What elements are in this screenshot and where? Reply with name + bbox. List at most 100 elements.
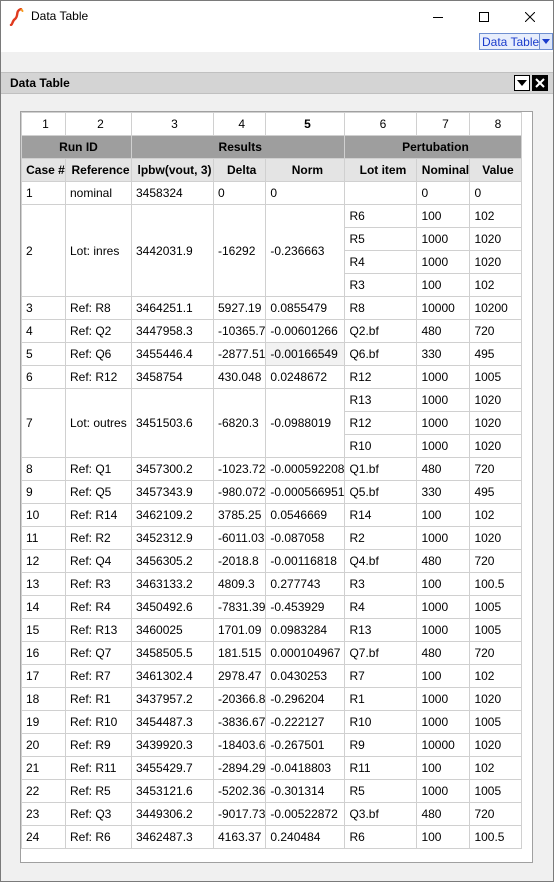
- delta-cell: 1701.09: [212, 618, 267, 642]
- close-button[interactable]: [507, 1, 553, 32]
- case-number-cell: 13: [21, 572, 66, 596]
- app-logo-icon: [9, 8, 24, 26]
- table-row[interactable]: 7 Lot: outres 3451503.6 -6820.3 -0.0988019 R1…: [21, 388, 523, 458]
- value-cell: 720: [469, 319, 523, 343]
- lpbw-cell: 3464251.1: [131, 296, 214, 320]
- column-header[interactable]: Reference: [65, 158, 132, 182]
- table-row[interactable]: 21 Ref: R11 3455429.7 -2894.29 -0.0418803 R11…: [21, 756, 523, 780]
- chevron-down-icon[interactable]: [539, 34, 552, 49]
- lpbw-cell: 3453121.6: [131, 779, 214, 803]
- nominal-cell: 100: [416, 825, 471, 849]
- value-cell: 0: [469, 181, 523, 205]
- table-row[interactable]: 17 Ref: R7 3461302.4 2978.47 0.0430253 R7 100 1…: [21, 664, 523, 688]
- table-row[interactable]: 8 Ref: Q1 3457300.2 -1023.72 -0.000592208 Q1.…: [21, 457, 523, 481]
- delta-cell: 0: [212, 181, 267, 205]
- norm-cell: 0.0546669: [265, 503, 346, 527]
- nominal-cell: 480: [416, 549, 471, 573]
- lot-item-cell: R13: [344, 388, 418, 412]
- nominal-cell: 1000: [416, 365, 471, 389]
- view-selector[interactable]: Data Table: [479, 33, 553, 50]
- nominal-cell: 1000: [416, 779, 471, 803]
- table-row[interactable]: 12 Ref: Q4 3456305.2 -2018.8 -0.00116818 Q4.b…: [21, 549, 523, 573]
- column-number-header[interactable]: 5: [265, 112, 346, 136]
- reference-cell: Lot: inres: [65, 204, 132, 297]
- table-row[interactable]: 13 Ref: R3 3463133.2 4809.3 0.277743 R3 100 100…: [21, 572, 523, 596]
- column-number-header[interactable]: 2: [65, 112, 132, 136]
- case-number-cell: 22: [21, 779, 66, 803]
- value-cell: 102: [469, 273, 523, 297]
- column-header[interactable]: Delta: [212, 158, 267, 182]
- lpbw-cell: 3461302.4: [131, 664, 214, 688]
- value-cell: 1005: [469, 710, 523, 734]
- norm-cell: 0.0983284: [265, 618, 346, 642]
- table-row[interactable]: 2 Lot: inres 3442031.9 -16292 -0.236663 R6 100…: [21, 204, 523, 297]
- lot-item-cell: R14: [344, 503, 418, 527]
- table-row[interactable]: 15 Ref: R13 3460025 1701.09 0.0983284 R13 1000…: [21, 618, 523, 642]
- table-row[interactable]: 3 Ref: R8 3464251.1 5927.19 0.0855479 R8 10000…: [21, 296, 523, 320]
- table-row[interactable]: 1 nominal 3458324 0 0 0 0: [21, 181, 523, 205]
- table-row[interactable]: 4 Ref: Q2 3447958.3 -10365.7 -0.00601266 Q2.b…: [21, 319, 523, 343]
- norm-cell: 0.0248672: [265, 365, 346, 389]
- nominal-cell: 10000: [416, 733, 471, 757]
- table-row[interactable]: 23 Ref: Q3 3449306.2 -9017.73 -0.00522872 Q3.…: [21, 802, 523, 826]
- delta-cell: 181.515: [212, 641, 267, 665]
- column-header[interactable]: Nominal: [416, 158, 471, 182]
- column-header[interactable]: Norm: [265, 158, 346, 182]
- case-number-cell: 18: [21, 687, 66, 711]
- value-cell: 102: [469, 756, 523, 780]
- table-row[interactable]: 20 Ref: R9 3439920.3 -18403.6 -0.267501 R9 100…: [21, 733, 523, 757]
- lot-item-cell: R13: [344, 618, 418, 642]
- nominal-cell: 0: [416, 181, 471, 205]
- table-row[interactable]: 9 Ref: Q5 3457343.9 -980.072 -0.000566951 Q5.…: [21, 480, 523, 504]
- panel-menu-button[interactable]: [514, 75, 530, 91]
- norm-cell: -0.000592208: [265, 457, 346, 481]
- column-header[interactable]: Case #: [21, 158, 66, 182]
- value-cell: 1020: [469, 411, 523, 435]
- column-number-header[interactable]: 7: [416, 112, 471, 136]
- table-row[interactable]: 19 Ref: R10 3454487.3 -3836.67 -0.222127 R10 1…: [21, 710, 523, 734]
- norm-cell: 0.277743: [265, 572, 346, 596]
- table-row[interactable]: 16 Ref: Q7 3458505.5 181.515 0.000104967 Q7.b…: [21, 641, 523, 665]
- table-row[interactable]: 5 Ref: Q6 3455446.4 -2877.51 -0.00166549 Q6.b…: [21, 342, 523, 366]
- value-cell: 720: [469, 549, 523, 573]
- minimize-button[interactable]: [415, 1, 461, 32]
- nominal-cell: 330: [416, 342, 471, 366]
- column-number-header[interactable]: 8: [469, 112, 523, 136]
- reference-cell: Ref: R4: [65, 595, 132, 619]
- column-number-header[interactable]: 3: [131, 112, 214, 136]
- table-row[interactable]: 6 Ref: R12 3458754 430.048 0.0248672 R12 1000 1…: [21, 365, 523, 389]
- group-header-row: Run ID Results Pertubation: [21, 135, 523, 159]
- table-row[interactable]: 24 Ref: R6 3462487.3 4163.37 0.240484 R6 100 10…: [21, 825, 523, 849]
- maximize-button[interactable]: [461, 1, 507, 32]
- value-cell: 720: [469, 641, 523, 665]
- case-number-cell: 19: [21, 710, 66, 734]
- table-row[interactable]: 10 Ref: R14 3462109.2 3785.25 0.0546669 R14 10…: [21, 503, 523, 527]
- column-header[interactable]: Value: [469, 158, 523, 182]
- norm-cell: -0.00116818: [265, 549, 346, 573]
- column-number-header[interactable]: 1: [21, 112, 66, 136]
- lot-item-cell: R8: [344, 296, 418, 320]
- nominal-cell: 100: [416, 273, 471, 297]
- reference-cell: Ref: R10: [65, 710, 132, 734]
- column-header[interactable]: lpbw(vout, 3): [131, 158, 214, 182]
- table-row[interactable]: 14 Ref: R4 3450492.6 -7831.39 -0.453929 R4 100…: [21, 595, 523, 619]
- table-row[interactable]: 11 Ref: R2 3452312.9 -6011.03 -0.087058 R2 100…: [21, 526, 523, 550]
- delta-cell: 2978.47: [212, 664, 267, 688]
- reference-cell: Ref: Q6: [65, 342, 132, 366]
- column-number-header[interactable]: 4: [212, 112, 267, 136]
- lpbw-cell: 3450492.6: [131, 595, 214, 619]
- title-bar[interactable]: Data Table: [1, 1, 553, 32]
- column-header[interactable]: Lot item: [344, 158, 418, 182]
- value-cell: 1005: [469, 618, 523, 642]
- value-cell: 1020: [469, 250, 523, 274]
- value-cell: 1020: [469, 227, 523, 251]
- panel-close-button[interactable]: [532, 75, 548, 91]
- lot-item-cell: Q5.bf: [344, 480, 418, 504]
- table-row[interactable]: 18 Ref: R1 3437957.2 -20366.8 -0.296204 R1 100…: [21, 687, 523, 711]
- column-number-header[interactable]: 6: [344, 112, 418, 136]
- reference-cell: Ref: R3: [65, 572, 132, 596]
- lpbw-cell: 3462109.2: [131, 503, 214, 527]
- lpbw-cell: 3452312.9: [131, 526, 214, 550]
- table-row[interactable]: 22 Ref: R5 3453121.6 -5202.36 -0.301314 R5 100…: [21, 779, 523, 803]
- lpbw-cell: 3455429.7: [131, 756, 214, 780]
